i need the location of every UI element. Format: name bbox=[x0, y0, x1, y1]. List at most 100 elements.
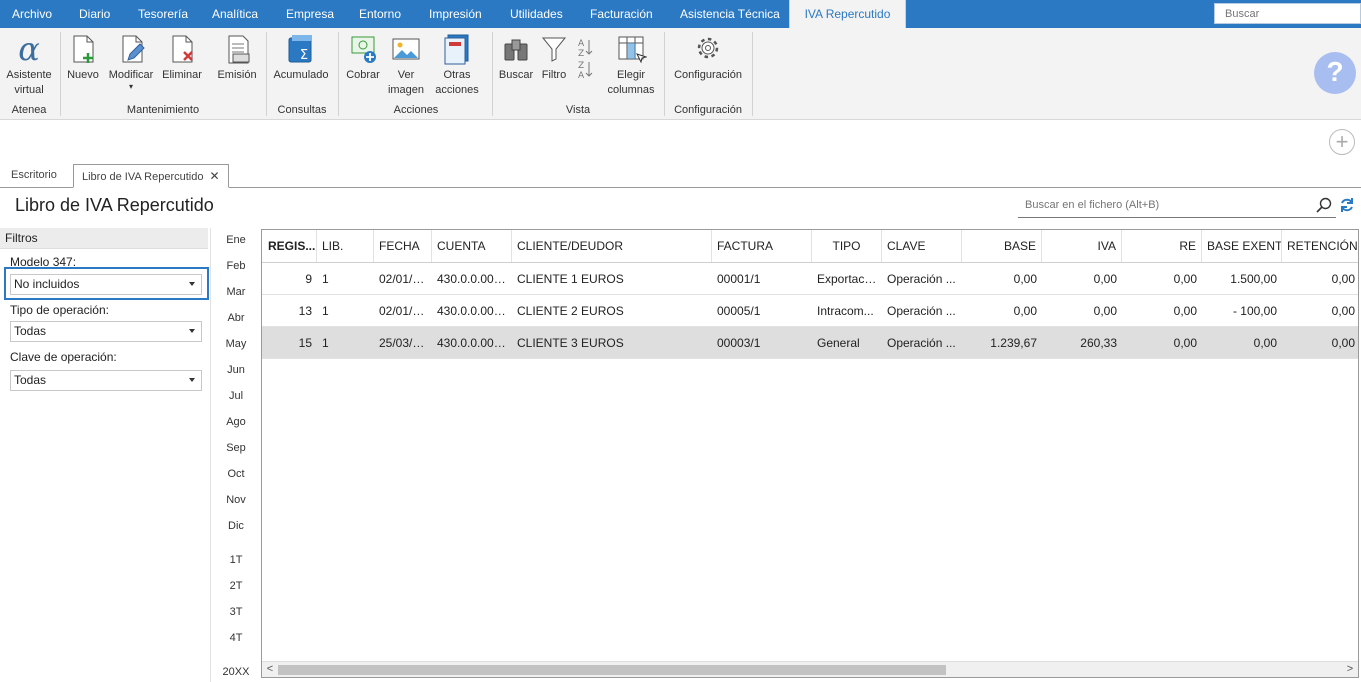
col-header-tipo[interactable]: TIPO bbox=[812, 230, 882, 262]
cobrar-icon bbox=[351, 36, 376, 63]
modelo-347-select[interactable]: No incluidos bbox=[10, 274, 202, 295]
menu-tab-diario[interactable]: Diario bbox=[79, 0, 110, 28]
col-header-lib[interactable]: LIB. bbox=[317, 230, 374, 262]
table-row[interactable]: 13 1 02/01/2... 430.0.0.00003 CLIENTE 2 EURO… bbox=[262, 295, 1358, 327]
col-header-re[interactable]: RE bbox=[1122, 230, 1202, 262]
menu-tab-archivo[interactable]: Archivo bbox=[12, 0, 52, 28]
menu-tab-iva-repercutido[interactable]: IVA Repercutido bbox=[789, 0, 906, 28]
cell-tipo: General bbox=[817, 336, 860, 350]
buscar-button[interactable]: Buscar bbox=[496, 32, 536, 102]
col-header-retencion[interactable]: RETENCIÓN bbox=[1282, 230, 1358, 262]
alpha-icon: α bbox=[18, 32, 40, 66]
horizontal-scrollbar[interactable]: < > bbox=[262, 661, 1358, 677]
iva-table: REGIS... LIB. FECHA CUENTA CLIENTE/DEUDO… bbox=[261, 229, 1359, 678]
col-header-cuenta[interactable]: CUENTA bbox=[432, 230, 512, 262]
table-row[interactable]: 9 1 02/01/2... 430.0.0.00001 CLIENTE 1 EUROS… bbox=[262, 263, 1358, 295]
close-tab-icon[interactable]: ✕ bbox=[210, 169, 220, 183]
period-nov[interactable]: Nov bbox=[212, 494, 260, 506]
cobrar-button[interactable]: Cobrar bbox=[342, 32, 384, 102]
cell-retencion: 0,00 bbox=[1331, 304, 1355, 318]
period-mar[interactable]: Mar bbox=[212, 286, 260, 298]
ver-imagen-label: Ver imagen bbox=[387, 69, 425, 96]
cell-cuenta: 430.0.0.00003 bbox=[437, 304, 512, 318]
period-ene[interactable]: Ene bbox=[212, 234, 260, 246]
scroll-left-icon[interactable]: < bbox=[262, 662, 278, 677]
period-dic[interactable]: Dic bbox=[212, 520, 260, 532]
period-oct[interactable]: Oct bbox=[212, 468, 260, 480]
svg-text:Z: Z bbox=[578, 61, 584, 71]
period-may[interactable]: May bbox=[212, 338, 260, 350]
group-acciones-label: Acciones bbox=[393, 104, 439, 116]
col-header-base-exenta[interactable]: BASE EXENTA bbox=[1202, 230, 1282, 262]
period-year[interactable]: 20XX bbox=[212, 666, 260, 678]
table-row[interactable]: 15 1 25/03/2... 430.0.0.00004 CLIENTE 3 EURO… bbox=[262, 327, 1358, 359]
add-tab-icon[interactable]: + bbox=[1329, 129, 1355, 155]
col-header-registro[interactable]: REGIS... bbox=[262, 230, 317, 262]
menu-tab-analitica[interactable]: Analítica bbox=[212, 0, 258, 28]
cell-cliente: CLIENTE 3 EUROS bbox=[517, 336, 624, 350]
configuracion-button[interactable]: Configuración bbox=[668, 32, 748, 102]
otras-acciones-button[interactable]: Otras acciones bbox=[428, 32, 486, 102]
elegir-columnas-button[interactable]: Elegir columnas bbox=[602, 32, 660, 102]
refresh-icon[interactable] bbox=[1339, 197, 1355, 213]
acumulado-label: Acumulado bbox=[273, 69, 329, 81]
emision-button[interactable]: Emisión bbox=[214, 32, 260, 102]
help-icon[interactable]: ? bbox=[1314, 52, 1356, 94]
col-header-fecha[interactable]: FECHA bbox=[374, 230, 432, 262]
image-icon bbox=[392, 38, 420, 60]
cell-cuenta: 430.0.0.00001 bbox=[437, 272, 512, 286]
clave-operacion-select[interactable]: Todas bbox=[10, 370, 202, 391]
cell-factura: 00003/1 bbox=[717, 336, 761, 350]
period-1t[interactable]: 1T bbox=[212, 554, 260, 566]
acumulado-button[interactable]: Σ Acumulado bbox=[270, 32, 332, 102]
tab-escritorio[interactable]: Escritorio bbox=[3, 164, 65, 187]
filtro-button[interactable]: Filtro bbox=[536, 32, 572, 102]
col-header-base[interactable]: BASE bbox=[962, 230, 1042, 262]
group-atenea-label: Atenea bbox=[11, 104, 47, 116]
cell-iva: 260,33 bbox=[1080, 336, 1117, 350]
cell-cuenta: 430.0.0.00004 bbox=[437, 336, 512, 350]
menu-tab-facturacion[interactable]: Facturación bbox=[590, 0, 653, 28]
menu-bar: Archivo Diario Tesorería Analítica Empre… bbox=[0, 0, 1361, 28]
new-document-icon bbox=[73, 35, 94, 63]
menu-tab-empresa[interactable]: Empresa bbox=[286, 0, 334, 28]
period-3t[interactable]: 3T bbox=[212, 606, 260, 618]
eliminar-button[interactable]: Eliminar bbox=[160, 32, 204, 102]
col-header-iva[interactable]: IVA bbox=[1042, 230, 1122, 262]
menu-tab-entorno[interactable]: Entorno bbox=[359, 0, 401, 28]
cell-retencion: 0,00 bbox=[1331, 336, 1355, 350]
col-header-cliente[interactable]: CLIENTE/DEUDOR bbox=[512, 230, 712, 262]
period-sep[interactable]: Sep bbox=[212, 442, 260, 454]
tab-libro-iva[interactable]: Libro de IVA Repercutido ✕ bbox=[73, 164, 229, 188]
period-2t[interactable]: 2T bbox=[212, 580, 260, 592]
period-ago[interactable]: Ago bbox=[212, 416, 260, 428]
filtro-label: Filtro bbox=[541, 69, 567, 81]
asistente-virtual-button[interactable]: α Asistente virtual bbox=[3, 32, 55, 102]
period-jun[interactable]: Jun bbox=[212, 364, 260, 376]
modificar-button[interactable]: Modificar ▾ bbox=[104, 32, 158, 102]
cell-lib: 1 bbox=[322, 272, 329, 286]
tipo-operacion-select[interactable]: Todas bbox=[10, 321, 202, 342]
period-feb[interactable]: Feb bbox=[212, 260, 260, 272]
cell-re: 0,00 bbox=[1173, 272, 1197, 286]
search-icon[interactable] bbox=[1316, 197, 1332, 213]
top-search-input[interactable] bbox=[1214, 3, 1361, 24]
period-4t[interactable]: 4T bbox=[212, 632, 260, 644]
period-jul[interactable]: Jul bbox=[212, 390, 260, 402]
filters-panel: Filtros Modelo 347: No incluidos Tipo de… bbox=[0, 228, 211, 682]
sort-az-button[interactable]: AZZA bbox=[574, 32, 596, 102]
menu-tab-tesoreria[interactable]: Tesorería bbox=[138, 0, 188, 28]
svg-text:A: A bbox=[578, 71, 585, 81]
period-abr[interactable]: Abr bbox=[212, 312, 260, 324]
nuevo-button[interactable]: Nuevo bbox=[65, 32, 101, 102]
col-header-factura[interactable]: FACTURA bbox=[712, 230, 812, 262]
menu-tab-asistencia[interactable]: Asistencia Técnica bbox=[680, 0, 780, 28]
scroll-right-icon[interactable]: > bbox=[1342, 662, 1358, 677]
menu-tab-impresion[interactable]: Impresión bbox=[429, 0, 482, 28]
ver-imagen-button[interactable]: Ver imagen bbox=[386, 32, 426, 102]
file-search bbox=[1018, 194, 1353, 218]
menu-tab-utilidades[interactable]: Utilidades bbox=[510, 0, 563, 28]
col-header-clave[interactable]: CLAVE bbox=[882, 230, 962, 262]
file-search-input[interactable] bbox=[1018, 194, 1308, 216]
scrollbar-thumb[interactable] bbox=[278, 665, 946, 675]
